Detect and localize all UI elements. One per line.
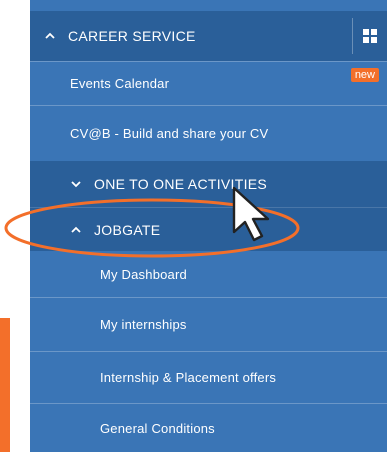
- sidebar-item-label: Events Calendar: [70, 76, 170, 91]
- chevron-down-icon: [71, 181, 81, 188]
- section-header-career-service[interactable]: CAREER SERVICE: [30, 11, 387, 61]
- section-label-career-service: CAREER SERVICE: [68, 28, 196, 44]
- sidebar-item-label: My internships: [100, 317, 187, 332]
- sidebar-item-label: General Conditions: [100, 420, 215, 436]
- sidebar-item-label: My Dashboard: [100, 266, 187, 282]
- sidebar-item-internship-offers[interactable]: Internship & Placement offers: [30, 351, 387, 403]
- grid-icon: [363, 29, 377, 43]
- section-label-jobgate: JOBGATE: [94, 221, 161, 238]
- chevron-up-icon: [45, 32, 55, 39]
- sidebar-item-my-dashboard[interactable]: My Dashboard: [30, 251, 387, 297]
- sidebar-item-label: CV@B - Build and share your CV: [70, 126, 269, 141]
- sidebar-item-label: Internship & Placement offers: [100, 370, 277, 385]
- grid-menu-button[interactable]: [352, 18, 387, 54]
- orange-accent-bar: [0, 318, 10, 452]
- sidebar-item-my-internships[interactable]: My internships: [30, 297, 387, 351]
- sidebar-menu: CAREER SERVICE Events Calendar new CV@B …: [30, 0, 387, 452]
- new-badge: new: [350, 68, 379, 82]
- sidebar-item-cv-builder[interactable]: CV@B - Build and share your CV: [30, 105, 387, 161]
- chevron-up-icon: [71, 226, 81, 233]
- section-header-one-to-one[interactable]: ONE TO ONE ACTIVITIES: [30, 161, 387, 207]
- mouse-pointer-icon: [232, 186, 270, 242]
- sidebar-item-events-calendar[interactable]: Events Calendar: [30, 61, 387, 105]
- section-header-jobgate[interactable]: JOBGATE: [30, 207, 387, 251]
- sidebar-top-edge: [30, 0, 387, 11]
- sidebar-item-general-conditions[interactable]: General Conditions: [30, 403, 387, 452]
